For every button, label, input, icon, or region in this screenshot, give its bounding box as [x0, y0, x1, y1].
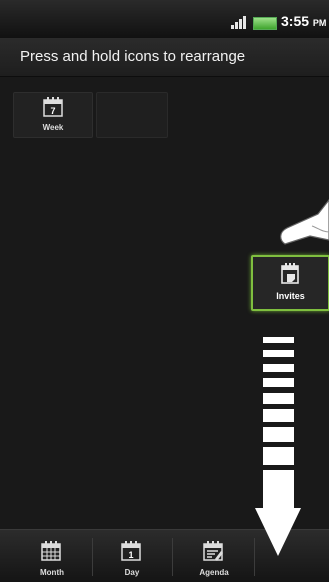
tab-divider [172, 538, 173, 576]
tab-empty-slot[interactable] [255, 530, 329, 582]
calendar-invites-icon [281, 263, 299, 284]
tile-week[interactable]: 7 Week [13, 92, 93, 138]
screen: 3:55 PM Press and hold icons to rearrang… [0, 0, 329, 582]
tab-agenda[interactable]: Agenda [174, 530, 254, 582]
status-time: 3:55 PM [281, 13, 327, 29]
bottom-tab-bar: Month 1 Day Agenda [0, 529, 329, 582]
calendar-agenda-icon [203, 541, 223, 561]
calendar-day-icon: 1 [121, 541, 141, 561]
drag-down-arrow-icon [255, 337, 301, 556]
battery-icon [253, 17, 277, 30]
tile-invites-label: Invites [276, 291, 305, 301]
svg-text:1: 1 [128, 550, 133, 560]
tab-day-label: Day [124, 568, 140, 577]
tile-invites[interactable]: Invites [251, 255, 329, 311]
tab-agenda-label: Agenda [199, 568, 229, 577]
signal-icon [231, 16, 249, 29]
pointing-hand-icon [280, 199, 329, 245]
calendar-month-icon [41, 541, 61, 561]
empty-slot[interactable] [96, 92, 168, 138]
calendar-week-icon: 7 [43, 97, 63, 117]
title-bar: Press and hold icons to rearrange [0, 38, 329, 77]
status-bar: 3:55 PM [0, 0, 329, 39]
page-title: Press and hold icons to rearrange [20, 48, 246, 65]
tab-month[interactable]: Month [12, 530, 92, 582]
svg-text:7: 7 [50, 106, 55, 116]
tab-month-label: Month [40, 568, 64, 577]
tile-week-label: Week [42, 123, 64, 132]
tab-day[interactable]: 1 Day [92, 530, 172, 582]
